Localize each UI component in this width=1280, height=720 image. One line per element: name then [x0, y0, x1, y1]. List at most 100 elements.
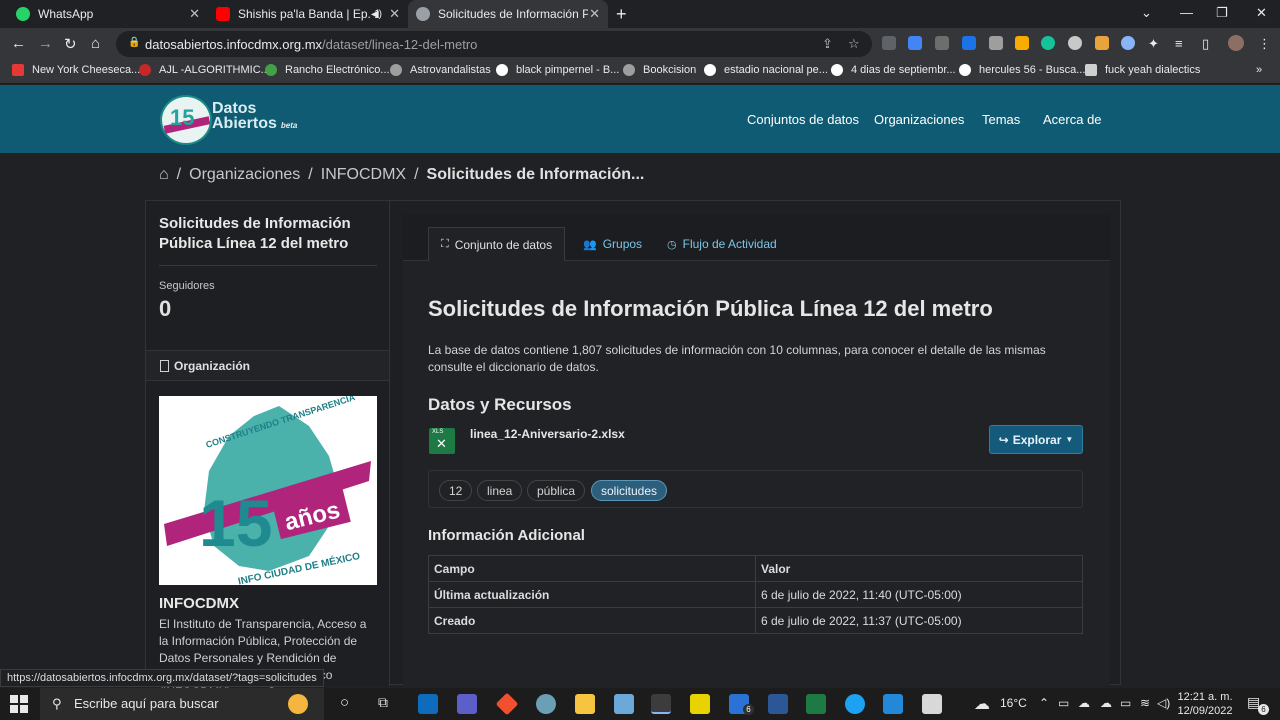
organization-name[interactable]: INFOCDMX [159, 595, 239, 612]
maximize-button[interactable]: ❐ [1216, 5, 1228, 21]
tab-conjunto-de-datos[interactable]: ⛶ Conjunto de datos [428, 227, 566, 261]
site-logo[interactable]: 15 [160, 95, 212, 145]
menu-dots-icon[interactable]: ⋮ [1258, 36, 1271, 52]
reload-button[interactable]: ↻ [64, 35, 77, 53]
reading-list-icon[interactable]: ≡ [1175, 36, 1183, 51]
cloud-weather-icon[interactable]: ☁ [974, 694, 990, 714]
taskbar-search[interactable]: ⚲ Escribe aquí para buscar [40, 688, 324, 720]
organization-logo[interactable]: CONSTRUYENDO TRANSPARENCIA 15 años INFO … [159, 396, 377, 585]
browser-tab-youtube[interactable]: Shishis pa'la Banda | Ep. 132 ◀) ✕ [208, 0, 408, 28]
new-extension-icon[interactable] [908, 36, 922, 50]
extension-icon[interactable] [935, 36, 949, 50]
browser-tab-dataset[interactable]: Solicitudes de Información Públic ✕ [408, 0, 608, 28]
bookmark-item[interactable]: Rancho Electrónico... [265, 64, 390, 76]
nav-temas[interactable]: Temas [982, 112, 1020, 127]
side-panel-icon[interactable]: ▯ [1202, 36, 1209, 52]
bookmark-item[interactable]: AJL -ALGORITHMIC... [139, 64, 270, 76]
wifi-icon[interactable]: ≋ [1140, 696, 1150, 710]
bookmark-item[interactable]: fuck yeah dialectics [1085, 64, 1200, 76]
back-button[interactable]: ← [11, 35, 26, 52]
outlook-icon[interactable] [418, 694, 438, 714]
explore-button[interactable]: ↪ Explorar ▼ [989, 425, 1083, 454]
extension-icon[interactable] [1068, 36, 1082, 50]
bookmark-star-icon[interactable]: ☆ [848, 36, 860, 52]
forward-button[interactable]: → [38, 35, 53, 52]
nav-conjuntos[interactable]: Conjuntos de datos [747, 112, 859, 127]
site-logo-text[interactable]: Datos Abiertos beta [212, 101, 297, 133]
file-format: XLS [432, 429, 444, 435]
more-bookmarks-button[interactable]: » [1256, 64, 1262, 76]
excel-icon[interactable] [806, 694, 826, 714]
extension-icon[interactable] [1095, 36, 1109, 50]
notepad-icon[interactable] [614, 694, 634, 714]
tag-publica[interactable]: pública [527, 480, 586, 501]
bookmark-item[interactable]: Astrovandalistas [390, 64, 491, 76]
system-clock[interactable]: 12:21 a. m. 12/09/2022 [1172, 690, 1238, 718]
browser-tab-whatsapp[interactable]: WhatsApp ✕ [8, 0, 208, 28]
new-tab-button[interactable]: + [616, 4, 627, 25]
avatar[interactable] [1228, 35, 1244, 51]
bookmark-item[interactable]: 4 dias de septiembr... [831, 64, 956, 76]
extension-icon[interactable] [962, 36, 976, 50]
clock-time: 12:21 a. m. [1177, 691, 1233, 703]
bookmark-item[interactable]: Bookcision [623, 64, 696, 76]
breadcrumb-organizaciones[interactable]: Organizaciones [189, 166, 300, 184]
file-explorer-icon[interactable] [575, 694, 595, 714]
nav-acerca[interactable]: Acerca de [1043, 112, 1102, 127]
close-tab-icon[interactable]: ✕ [589, 6, 600, 22]
bookmark-label: New York Cheeseca... [32, 64, 141, 76]
extension-icon[interactable] [989, 36, 1003, 50]
grammarly-icon[interactable] [1041, 36, 1055, 50]
share-icon[interactable]: ⇪ [822, 36, 833, 52]
extension-icon[interactable] [1015, 36, 1029, 50]
chrome-icon[interactable] [651, 694, 671, 714]
bookmark-item[interactable]: estadio nacional pe... [704, 64, 828, 76]
close-tab-icon[interactable]: ✕ [189, 6, 200, 22]
r-icon[interactable] [536, 694, 556, 714]
clock-icon: ◷ [667, 238, 677, 251]
bookmark-item[interactable]: hercules 56 - Busca... [959, 64, 1085, 76]
weather-temp[interactable]: 16°C [1000, 696, 1027, 710]
tab-flujo-actividad[interactable]: ◷ Flujo de Actividad [655, 227, 789, 261]
word-icon[interactable] [768, 694, 788, 714]
url-text[interactable]: datosabiertos.infocdmx.org.mx/dataset/li… [145, 37, 477, 52]
git-icon[interactable] [495, 692, 519, 716]
app-icon[interactable] [922, 694, 942, 714]
onedrive-icon[interactable]: ☁ [1100, 696, 1112, 710]
chevron-up-icon[interactable]: ⌃ [1039, 696, 1049, 710]
tab-search-icon[interactable]: ⌄ [1141, 5, 1152, 21]
resource-link[interactable]: linea_12-Aniversario-2.xlsx [470, 427, 625, 441]
vscode-icon[interactable] [883, 694, 903, 714]
extension-icon[interactable] [882, 36, 896, 50]
sticky-notes-icon[interactable] [690, 694, 710, 714]
battery-icon[interactable]: ▭ [1120, 696, 1131, 710]
nav-organizaciones[interactable]: Organizaciones [874, 112, 964, 127]
bookmark-item[interactable]: New York Cheeseca... [12, 64, 140, 76]
close-window-button[interactable]: ✕ [1256, 5, 1267, 21]
minimize-button[interactable]: — [1180, 5, 1193, 20]
tag-12[interactable]: 12 [439, 480, 473, 501]
xlsx-file-icon[interactable]: XLS ✕ [429, 428, 455, 454]
volume-icon[interactable]: ◁) [1157, 696, 1170, 710]
tray-icon[interactable]: ▭ [1058, 696, 1069, 710]
breadcrumb-current[interactable]: Solicitudes de Información... [427, 166, 645, 184]
breadcrumb-infocdmx[interactable]: INFOCDMX [321, 166, 406, 184]
task-view-icon[interactable]: ⧉ [378, 694, 388, 711]
home-icon[interactable]: ⌂ [159, 166, 169, 184]
onedrive-icon[interactable]: ☁ [1078, 696, 1090, 710]
app-icon[interactable] [845, 694, 865, 714]
bookmark-item[interactable]: black pimpernel - B... [496, 64, 619, 76]
windows-start-icon[interactable] [10, 695, 28, 713]
tag-solicitudes[interactable]: solicitudes [591, 480, 668, 501]
close-tab-icon[interactable]: ✕ [389, 6, 400, 22]
home-button[interactable]: ⌂ [91, 35, 100, 52]
extension-icon[interactable] [1121, 36, 1135, 50]
extensions-puzzle-icon[interactable]: ✦ [1148, 36, 1159, 52]
teams-icon[interactable] [457, 694, 477, 714]
organization-label: Organización [174, 359, 251, 373]
tag-linea[interactable]: linea [477, 480, 523, 501]
cortana-icon[interactable]: ○ [340, 694, 349, 711]
address-bar[interactable]: 🔒 datosabiertos.infocdmx.org.mx/dataset/… [116, 31, 872, 57]
audio-playing-icon[interactable]: ◀) [371, 9, 382, 20]
tab-grupos[interactable]: 👥 Grupos [571, 227, 654, 261]
